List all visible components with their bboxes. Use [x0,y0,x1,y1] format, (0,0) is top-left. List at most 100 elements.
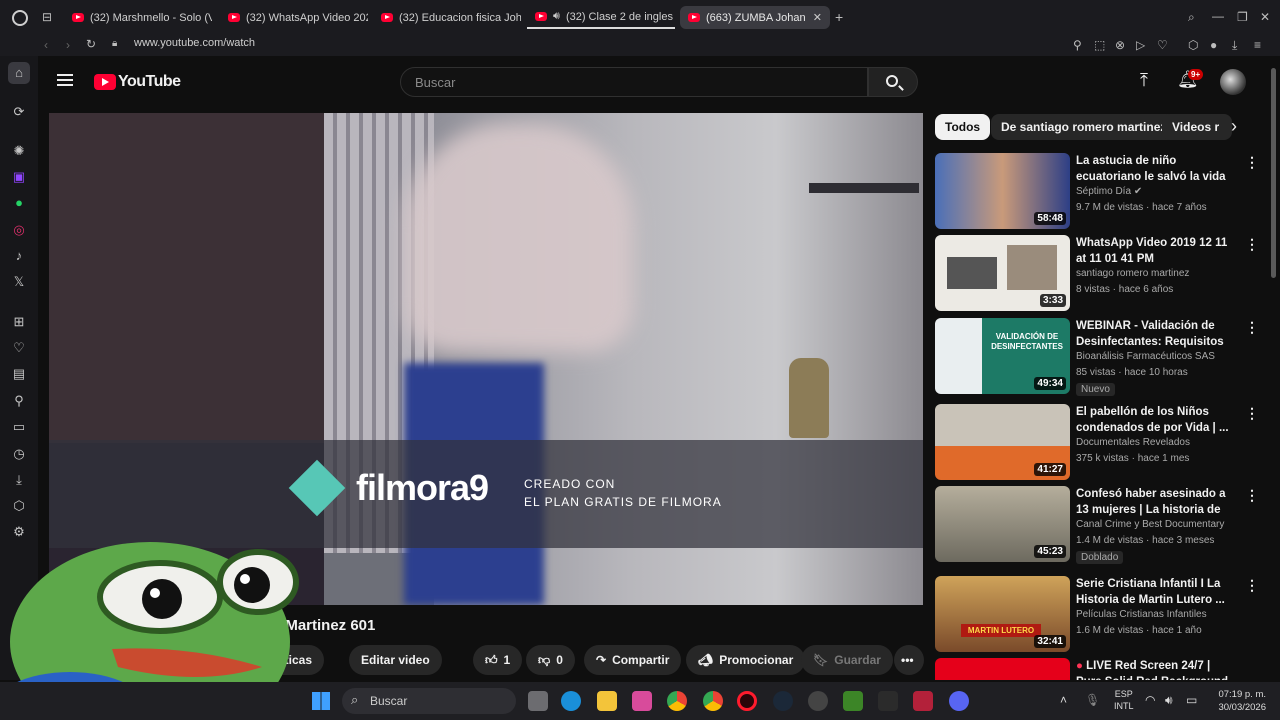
video-title[interactable]: WhatsApp Video 2019 12 11 at 11 01 41 PM [1076,235,1234,267]
language-indicator[interactable]: ESP INTL [1114,688,1134,712]
heart-icon[interactable]: ♡ [1157,38,1168,52]
close-tab-icon[interactable]: ✕ [813,11,822,24]
more-vert-icon[interactable]: ⋮ [1245,320,1259,334]
photos-icon[interactable] [632,691,652,711]
avatar[interactable] [1220,69,1246,95]
edit-video-button[interactable]: Editar video [349,645,442,675]
extensions-icon[interactable]: ⬡ [1188,38,1198,52]
valorant-icon[interactable] [913,691,933,711]
menu-icon[interactable]: ≡ [1254,38,1261,52]
pin-icon[interactable]: ⚲ [1073,38,1082,52]
video-title[interactable]: La astucia de niño ecuatoriano le salvó … [1076,153,1234,185]
history-icon[interactable]: ◷ [11,446,27,462]
epic-games-icon[interactable] [878,691,898,711]
youtube-logo-icon[interactable] [94,74,116,90]
player-icon[interactable]: ▷ [1136,38,1145,52]
downloads-sidebar-icon[interactable]: ⤓ [11,472,27,488]
url-field[interactable]: www.youtube.com/watch [134,37,255,49]
video-title[interactable]: El pabellón de los Niños condenados de p… [1076,404,1234,436]
task-view-icon[interactable] [528,691,548,711]
new-tab-icon[interactable]: + [835,10,843,24]
thumbnail[interactable]: 3:33 [935,235,1070,311]
thumbnail[interactable]: 58:48 [935,153,1070,229]
video-title[interactable]: WEBINAR - Validación de Desinfectantes: … [1076,318,1234,350]
favorites-heart-icon[interactable]: ♡ [11,340,27,356]
chrome-profile-icon[interactable] [703,691,723,711]
microphone-icon[interactable]: 🎙︎ [1085,693,1100,707]
aria-icon[interactable]: ⟳ [11,104,27,120]
tab-overview-icon[interactable]: ⊟ [42,10,52,24]
instagram-icon[interactable]: ◎ [11,222,27,238]
windows-start-icon[interactable] [312,692,330,710]
chatgpt-icon[interactable]: ✺ [11,143,27,159]
search-tabs-icon[interactable]: ⌕ [1188,10,1195,24]
home-icon[interactable]: ⌂ [8,62,30,84]
thumbnail[interactable]: 41:27 [935,404,1070,480]
channel-name[interactable]: Películas Cristianas Infantiles [1076,609,1207,620]
snapshot-icon[interactable]: ⬚ [1094,38,1105,52]
whatsapp-icon[interactable]: ● [11,195,27,211]
opera-gx-icon[interactable] [737,691,757,711]
channel-name[interactable]: Documentales Revelados [1076,437,1190,448]
tabs-icon[interactable]: ▤ [11,366,27,382]
download-icon[interactable]: ⤓ [1232,38,1237,52]
profile-icon[interactable]: ● [1210,38,1217,52]
like-button[interactable]: 👍︎ 1 [473,645,523,675]
list-item[interactable]: MARTIN LUTERO 32:41 Serie Cristiana Infan… [935,576,1259,654]
video-title[interactable]: ● LIVE Red Screen 24/7 | Pure Solid Red … [1076,658,1234,680]
list-item[interactable]: 45:23 Confesó haber asesinado a 13 mujer… [935,486,1259,564]
more-vert-icon[interactable]: ⋮ [1245,406,1259,420]
taskbar-search[interactable]: ⌕ Buscar [342,688,516,714]
opera-icon[interactable] [808,691,828,711]
thumbnail[interactable]: 45:23 [935,486,1070,562]
promote-button[interactable]: 📣︎ Promocionar [686,645,806,675]
more-vert-icon[interactable]: ⋮ [1245,155,1259,169]
pinboard-icon[interactable]: ⚲ [11,393,27,409]
list-item[interactable]: ● LIVE Red Screen 24/7 | Pure Solid Red … [935,658,1235,680]
tab-whatsapp-video[interactable]: (32) WhatsApp Video 202 [220,6,368,29]
x-twitter-icon[interactable]: 𝕏 [11,274,27,290]
wifi-icon[interactable]: ◠ [1145,693,1155,707]
channel-name[interactable]: Séptimo Día ✔ [1076,186,1142,197]
tab-zumba[interactable]: (663) ZUMBA Johan S ✕ [680,6,830,29]
hamburger-menu-icon[interactable] [57,74,73,86]
video-title[interactable]: Confesó haber asesinado a 13 mujeres | L… [1076,486,1234,518]
tab-clase-ingles[interactable]: 🔊︎ (32) Clase 2 de ingles [527,6,675,29]
list-item[interactable]: 41:27 El pabellón de los Niños condenado… [935,404,1259,482]
wallet-icon[interactable]: ▭ [11,419,27,435]
chrome-icon[interactable] [667,691,687,711]
twitch-icon[interactable]: ▣ [11,169,27,185]
discord-icon[interactable] [949,691,969,711]
more-vert-icon[interactable]: ⋮ [1245,578,1259,592]
workspaces-icon[interactable]: ⊞ [11,314,27,330]
minecraft-icon[interactable] [843,691,863,711]
forward-icon[interactable]: › [66,38,70,52]
tiktok-icon[interactable]: ♪ [11,248,27,264]
youtube-logo-text[interactable]: YouTube [118,73,181,91]
thumbnail[interactable]: MARTIN LUTERO 32:41 [935,576,1070,652]
list-item[interactable]: 3:33 WhatsApp Video 2019 12 11 at 11 01 … [935,235,1259,313]
close-window-icon[interactable]: ✕ [1260,10,1270,24]
channel-name[interactable]: Canal Crime y Best Documentary [1076,519,1224,530]
volume-icon[interactable]: 🔊︎ [1165,693,1173,708]
channel-name[interactable]: Bioanálisis Farmacéuticos SAS [1076,351,1215,362]
tray-chevron-up-icon[interactable]: ˄ [1060,693,1067,707]
tab-marshmello[interactable]: (32) Marshmello - Solo (V [64,6,212,29]
list-item[interactable]: VALIDACIÓN DE DESINFECTANTES 49:34 WEBINA… [935,318,1259,396]
chip-channel[interactable]: De santiago romero martinez [991,114,1177,140]
tab-educacion-fisica[interactable]: (32) Educacion fisica Joha [373,6,521,29]
chip-videos[interactable]: Videos r [1162,114,1232,140]
search-input[interactable]: Buscar [400,67,868,97]
opera-logo-icon[interactable] [12,10,28,26]
channel-name[interactable]: santiago romero martinez [1076,268,1189,279]
restore-icon[interactable]: ❐ [1237,10,1248,24]
lock-icon[interactable]: 🔒︎ [112,37,117,51]
save-button[interactable]: 🔖︎ Guardar [801,645,893,675]
search-button[interactable] [868,67,918,97]
battery-icon[interactable]: ▭ [1186,693,1197,707]
minimize-icon[interactable]: — [1212,9,1224,23]
steam-icon[interactable] [773,691,793,711]
dislike-button[interactable]: 👎︎ 0 [526,645,575,675]
list-item[interactable]: 58:48 La astucia de niño ecuatoriano le … [935,153,1259,231]
edge-icon[interactable] [561,691,581,711]
